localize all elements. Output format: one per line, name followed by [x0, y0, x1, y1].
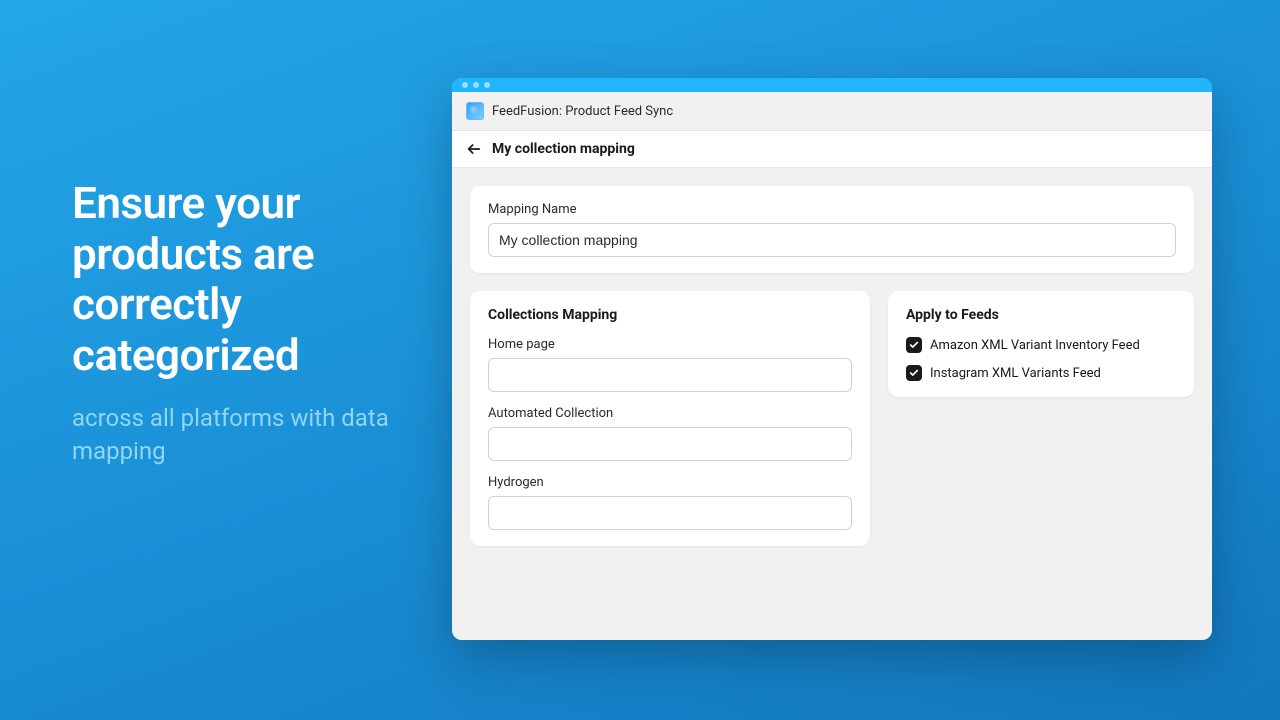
apply-to-feeds-title: Apply to Feeds	[906, 307, 1176, 323]
back-arrow-icon[interactable]	[466, 141, 482, 157]
apply-to-feeds-card: Apply to Feeds Amazon XML Variant Invent…	[888, 291, 1194, 397]
feed-option: Amazon XML Variant Inventory Feed	[906, 337, 1176, 353]
collections-mapping-card: Collections Mapping Home page Automated …	[470, 291, 870, 546]
app-window: FeedFusion: Product Feed Sync My collect…	[452, 78, 1212, 640]
collection-field: Home page	[488, 337, 852, 392]
page-content: Mapping Name Collections Mapping Home pa…	[452, 168, 1212, 640]
page-title: My collection mapping	[492, 141, 635, 157]
collection-input[interactable]	[488, 358, 852, 392]
collection-input[interactable]	[488, 496, 852, 530]
collection-field: Automated Collection	[488, 406, 852, 461]
app-title: FeedFusion: Product Feed Sync	[492, 104, 673, 119]
collection-field: Hydrogen	[488, 475, 852, 530]
window-dot	[462, 82, 468, 88]
feed-option: Instagram XML Variants Feed	[906, 365, 1176, 381]
window-titlebar	[452, 78, 1212, 92]
collection-label: Hydrogen	[488, 475, 852, 490]
collection-label: Home page	[488, 337, 852, 352]
window-dot	[473, 82, 479, 88]
mapping-name-input[interactable]	[488, 223, 1176, 257]
page-bar: My collection mapping	[452, 131, 1212, 168]
marketing-copy: Ensure your products are correctly categ…	[72, 178, 432, 467]
mapping-name-label: Mapping Name	[488, 202, 1176, 217]
collections-mapping-title: Collections Mapping	[488, 307, 852, 323]
mapping-name-card: Mapping Name	[470, 186, 1194, 273]
marketing-headline: Ensure your products are correctly categ…	[72, 178, 432, 380]
promo-stage: Ensure your products are correctly categ…	[0, 0, 1280, 720]
collection-input[interactable]	[488, 427, 852, 461]
marketing-subline: across all platforms with data mapping	[72, 402, 432, 467]
feed-label: Amazon XML Variant Inventory Feed	[930, 338, 1140, 353]
app-header: FeedFusion: Product Feed Sync	[452, 92, 1212, 131]
feed-label: Instagram XML Variants Feed	[930, 366, 1101, 381]
feed-checkbox[interactable]	[906, 337, 922, 353]
feed-checkbox[interactable]	[906, 365, 922, 381]
app-logo-icon	[466, 102, 484, 120]
collection-label: Automated Collection	[488, 406, 852, 421]
window-dot	[484, 82, 490, 88]
